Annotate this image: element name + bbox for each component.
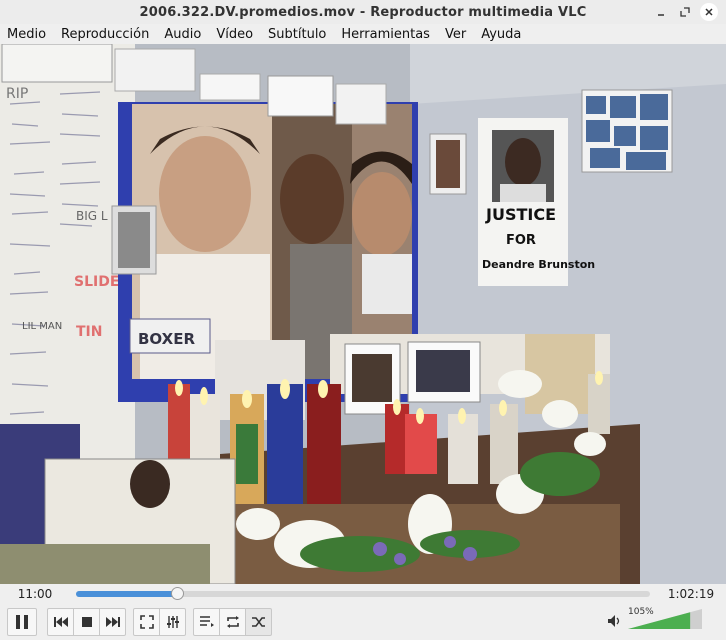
- fullscreen-button[interactable]: [133, 608, 160, 636]
- menu-bar: Medio Reproducción Audio Vídeo Subtítulo…: [0, 24, 726, 44]
- transport-group: [47, 608, 126, 636]
- menu-subtitulo[interactable]: Subtítulo: [267, 27, 327, 42]
- stop-icon: [81, 617, 92, 627]
- close-icon: [705, 8, 713, 16]
- scene-boxer: BOXER: [138, 330, 195, 348]
- loop-button[interactable]: [219, 608, 246, 636]
- pause-button[interactable]: [7, 608, 37, 636]
- menu-ver[interactable]: Ver: [444, 27, 467, 42]
- view-group: [133, 608, 186, 636]
- playlist-button[interactable]: [193, 608, 220, 636]
- close-button[interactable]: [700, 3, 718, 21]
- extended-settings-button[interactable]: [159, 608, 186, 636]
- speaker-icon[interactable]: [606, 613, 622, 629]
- pause-icon: [16, 615, 28, 629]
- seek-row: 11:00 1:02:19: [0, 584, 726, 604]
- next-button[interactable]: [99, 608, 126, 636]
- menu-video[interactable]: Vídeo: [215, 27, 254, 42]
- menu-ayuda[interactable]: Ayuda: [480, 27, 522, 42]
- menu-audio[interactable]: Audio: [163, 27, 202, 42]
- elapsed-time: 11:00: [17, 587, 53, 601]
- volume-slider[interactable]: [628, 609, 702, 629]
- scene-slide: SLIDE: [74, 274, 119, 290]
- scene-rip: RIP: [6, 86, 28, 102]
- previous-icon: [53, 617, 68, 627]
- minimize-button[interactable]: [652, 3, 670, 21]
- maximize-icon: [680, 7, 690, 17]
- title-bar[interactable]: 2006.322.DV.promedios.mov - Reproductor …: [0, 0, 726, 24]
- total-time: 1:02:19: [667, 587, 715, 601]
- vlc-window: 2006.322.DV.promedios.mov - Reproductor …: [0, 0, 726, 640]
- video-frame[interactable]: RIP SLIDE TIN BIG L LIL MAN BOXER JUSTIC…: [0, 44, 726, 584]
- scene-tin: TIN: [76, 324, 102, 340]
- previous-button[interactable]: [47, 608, 74, 636]
- volume-control: 105%: [606, 607, 702, 629]
- menu-medio[interactable]: Medio: [6, 27, 47, 42]
- stop-button[interactable]: [73, 608, 100, 636]
- scene-for: FOR: [506, 233, 536, 248]
- loop-icon: [226, 616, 239, 628]
- menu-herramientas[interactable]: Herramientas: [340, 27, 431, 42]
- window-controls: [652, 3, 718, 21]
- menu-reproduccion[interactable]: Reproducción: [60, 27, 150, 42]
- maximize-button[interactable]: [676, 3, 694, 21]
- seek-slider[interactable]: [76, 587, 650, 600]
- scene-justice: JUSTICE: [485, 205, 556, 224]
- equalizer-icon: [166, 616, 179, 628]
- shuffle-icon: [251, 617, 265, 627]
- shuffle-button[interactable]: [245, 608, 272, 636]
- fullscreen-icon: [139, 615, 154, 629]
- seek-progress: [76, 591, 178, 597]
- video-scene: RIP SLIDE TIN BIG L LIL MAN BOXER JUSTIC…: [0, 44, 726, 584]
- scene-lil-man: LIL MAN: [22, 321, 62, 332]
- next-icon: [105, 617, 120, 627]
- playlist-group: [193, 608, 272, 636]
- scene-name: Deandre Brunston: [482, 258, 595, 271]
- window-title: 2006.322.DV.promedios.mov - Reproductor …: [139, 4, 587, 20]
- playlist-icon: [199, 616, 214, 627]
- seek-handle[interactable]: [171, 587, 185, 600]
- minimize-icon: [658, 14, 664, 16]
- scene-big-l: BIG L: [76, 209, 108, 223]
